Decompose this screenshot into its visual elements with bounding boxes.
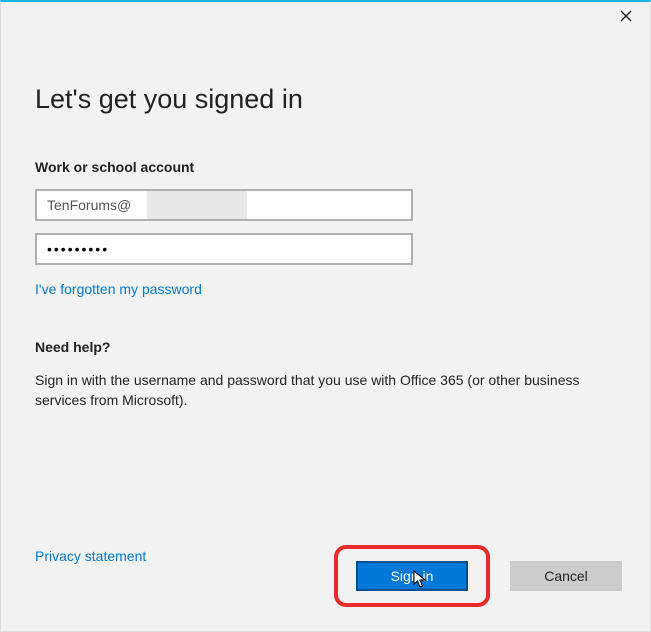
password-field[interactable] — [35, 233, 413, 265]
forgot-password-link[interactable]: I've forgotten my password — [35, 281, 202, 297]
page-title: Let's get you signed in — [35, 84, 616, 115]
privacy-link[interactable]: Privacy statement — [35, 548, 146, 564]
footer-buttons: Sign in Cancel — [334, 545, 622, 607]
main-content: Let's get you signed in Work or school a… — [1, 30, 650, 410]
email-value: TenForums@ — [47, 197, 131, 213]
close-button[interactable] — [616, 6, 636, 26]
account-label: Work or school account — [35, 159, 616, 175]
cancel-button[interactable]: Cancel — [510, 561, 622, 591]
signin-highlight: Sign in — [334, 545, 490, 607]
need-help-heading: Need help? — [35, 339, 616, 355]
close-icon — [620, 10, 632, 22]
help-text: Sign in with the username and password t… — [35, 371, 595, 410]
titlebar — [1, 2, 650, 30]
signin-button[interactable]: Sign in — [356, 561, 468, 591]
email-field[interactable]: TenForums@ — [35, 189, 413, 221]
